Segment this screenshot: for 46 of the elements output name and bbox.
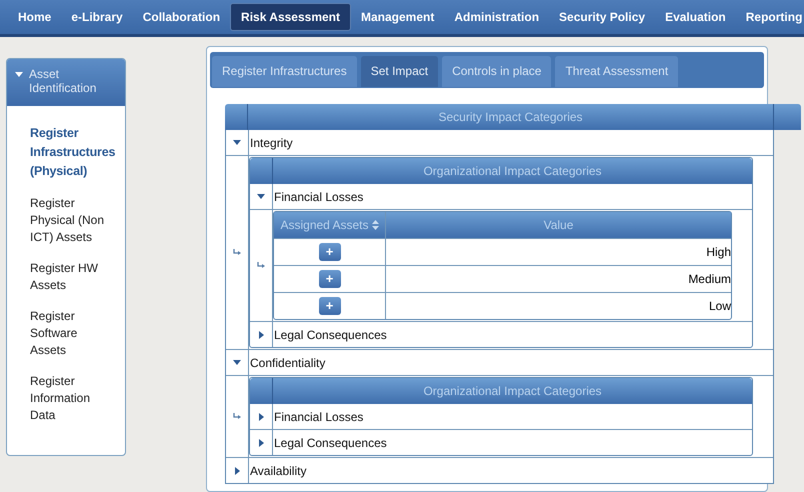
nav-tab[interactable]: Risk Assessment: [230, 3, 351, 31]
row-label: Integrity: [249, 134, 293, 152]
nav-tab[interactable]: Home: [8, 4, 62, 30]
tab[interactable]: Threat Assessment: [555, 56, 678, 87]
menu-item[interactable]: Register Physical (Non ICT) Assets: [30, 195, 111, 246]
row-label: Confidentiality: [249, 354, 326, 372]
table-cell: Medium: [688, 272, 731, 286]
column-header: Organizational Impact Categories: [423, 164, 602, 178]
expand-icon[interactable]: [234, 466, 240, 474]
nav-tab[interactable]: e-Library: [61, 4, 133, 30]
row-label: Financial Losses: [273, 188, 364, 206]
nav-tab[interactable]: Administration: [444, 4, 550, 30]
add-button[interactable]: +: [318, 297, 340, 315]
nav-tab[interactable]: Management: [351, 4, 444, 30]
row-label: Availability: [249, 462, 306, 480]
row-label: Financial Losses: [273, 408, 364, 426]
nav-tab[interactable]: Security Policy: [549, 4, 656, 30]
tab[interactable]: Register Infrastructures: [212, 56, 357, 87]
collapse-icon[interactable]: [233, 140, 241, 145]
menu-item[interactable]: Register Information Data: [30, 373, 111, 424]
column-header: Value: [544, 218, 574, 232]
table-cell: Low: [708, 299, 731, 313]
collapse-icon[interactable]: [233, 360, 241, 365]
sort-icon[interactable]: [372, 220, 379, 230]
menu-item[interactable]: Register HW Assets: [30, 260, 111, 294]
row-label: Legal Consequences: [273, 326, 387, 344]
nav-tab[interactable]: Collaboration: [132, 4, 230, 30]
column-header: Security Impact Categories: [438, 110, 583, 124]
caret-icon[interactable]: [15, 72, 23, 77]
tab[interactable]: Controls in place: [442, 56, 552, 87]
tab[interactable]: Set Impact: [360, 56, 438, 87]
subrow-icon: [233, 413, 241, 420]
expand-icon[interactable]: [258, 330, 264, 338]
nav-tab[interactable]: Evaluation: [655, 4, 736, 30]
nav-tab[interactable]: Reporting: [736, 4, 804, 30]
add-button[interactable]: +: [318, 243, 340, 261]
add-button[interactable]: +: [318, 270, 340, 288]
expand-icon[interactable]: [258, 438, 264, 446]
row-label: Legal Consequences: [273, 434, 387, 452]
column-header: Organizational Impact Categories: [423, 384, 602, 398]
subrow-icon: [257, 262, 265, 269]
menu-item[interactable]: Register Software Assets: [30, 308, 111, 359]
collapse-icon[interactable]: [257, 194, 265, 199]
subrow-icon: [233, 249, 241, 256]
table-cell: High: [706, 245, 731, 259]
expand-icon[interactable]: [258, 412, 264, 420]
